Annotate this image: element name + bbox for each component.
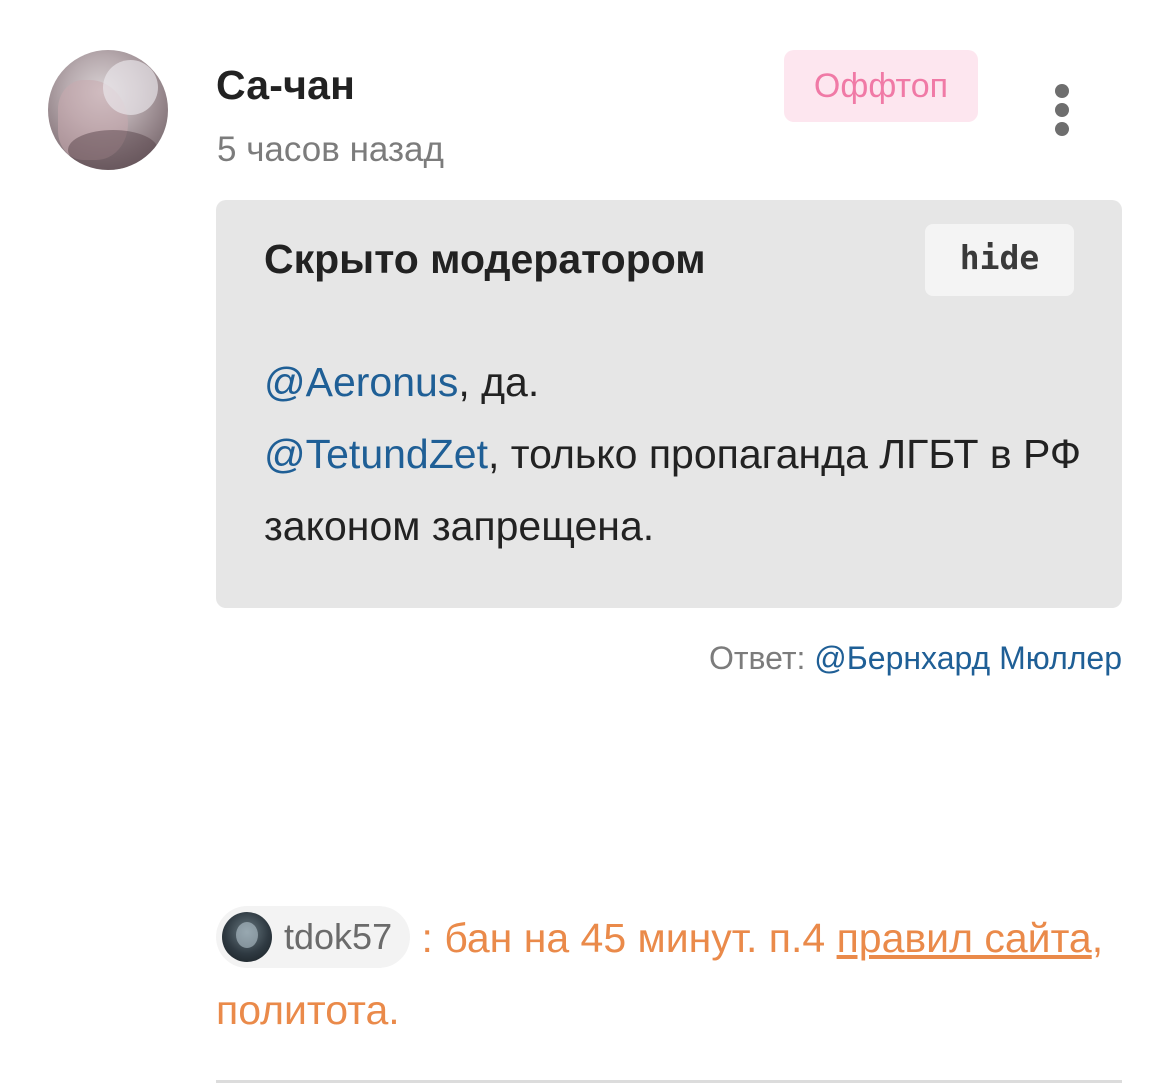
comment: Са-чан 5 часов назад Оффтоп Скрыто модер… bbox=[0, 0, 1170, 1088]
mention-link[interactable]: @TetundZet bbox=[264, 431, 488, 477]
comment-body: @Aeronus, да. @TetundZet, только пропаган… bbox=[264, 346, 1084, 562]
offtopic-badge: Оффтоп bbox=[784, 50, 978, 122]
reply-mention-link[interactable]: @Бернхард Мюллер bbox=[814, 640, 1122, 676]
mention-link[interactable]: @Aeronus bbox=[264, 359, 458, 405]
moderator-avatar bbox=[222, 912, 272, 963]
menu-dot bbox=[1055, 103, 1069, 117]
user-avatar[interactable] bbox=[48, 50, 168, 170]
more-vertical-icon[interactable] bbox=[1040, 80, 1084, 140]
reply-label: Ответ: bbox=[708, 640, 806, 676]
site-rules-link[interactable]: правил сайта bbox=[837, 915, 1092, 961]
moderator-chip[interactable]: tdok57 bbox=[216, 906, 411, 969]
avatar-shape bbox=[103, 60, 158, 115]
moderator-note-separator: : bbox=[421, 915, 433, 961]
reply-to: Ответ: @Бернхард Мюллер bbox=[709, 640, 1122, 677]
moderator-name: tdok57 bbox=[284, 916, 393, 958]
hidden-by-moderator-title: Скрыто модератором bbox=[264, 236, 706, 282]
hide-button[interactable]: hide bbox=[925, 224, 1074, 296]
menu-dot bbox=[1055, 122, 1069, 136]
comment-timestamp[interactable]: 5 часов назад bbox=[217, 130, 444, 170]
comment-text: , да. bbox=[458, 359, 540, 405]
author-name[interactable]: Са-чан bbox=[216, 62, 355, 109]
divider bbox=[216, 1080, 1122, 1083]
menu-dot bbox=[1055, 84, 1069, 98]
hidden-comment-box: Скрыто модератором hide @Aeronus, да. @Te… bbox=[216, 200, 1122, 608]
moderator-note: tdok57 : бан на 45 минут. п.4 правил сай… bbox=[216, 902, 1122, 1046]
moderator-note-text: бан на 45 минут. п.4 bbox=[444, 915, 826, 961]
avatar-shape bbox=[68, 130, 158, 170]
